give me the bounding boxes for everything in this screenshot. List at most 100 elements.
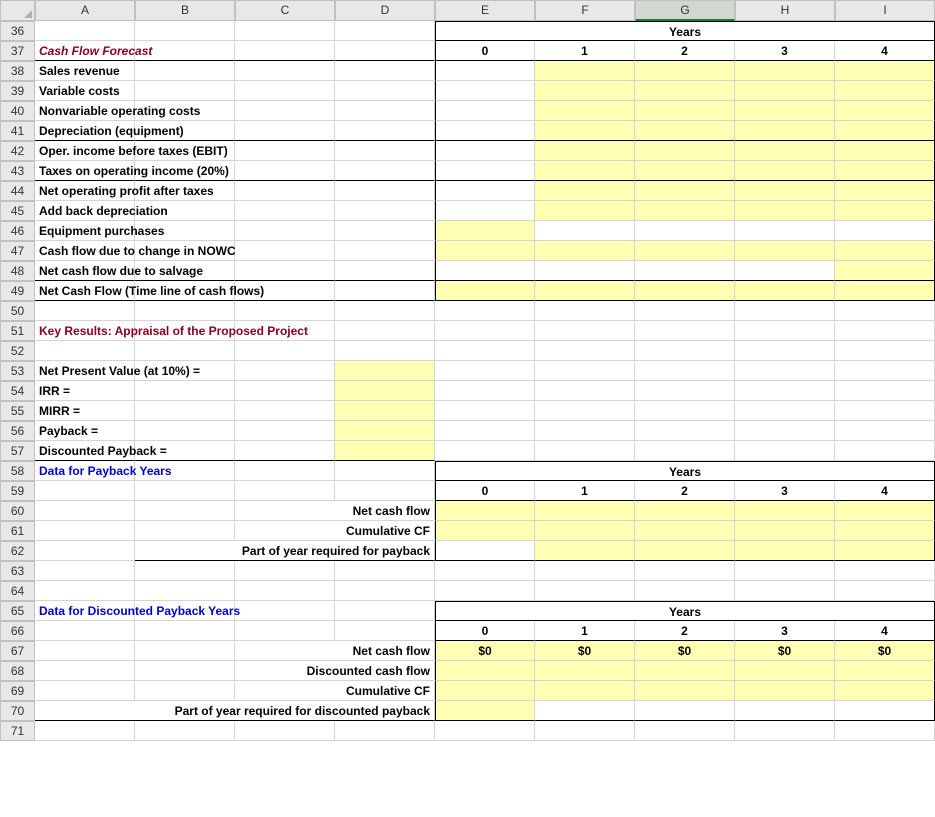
input-cell[interactable] [635, 281, 735, 301]
input-cell[interactable] [535, 281, 635, 301]
cell[interactable] [735, 261, 835, 281]
cell[interactable] [335, 181, 435, 201]
col-header-G[interactable]: G [635, 0, 735, 21]
cell[interactable] [235, 461, 335, 481]
row-header[interactable]: 41 [0, 121, 35, 141]
row-header[interactable]: 58 [0, 461, 35, 481]
input-cell[interactable] [435, 521, 535, 541]
year-col[interactable]: 3 [735, 41, 835, 61]
cell[interactable] [535, 361, 635, 381]
cell[interactable] [535, 441, 635, 461]
section-title[interactable]: Key Results: Appraisal of the Proposed P… [35, 321, 135, 341]
cell[interactable] [735, 321, 835, 341]
year-col[interactable]: 2 [635, 621, 735, 641]
cell[interactable] [335, 201, 435, 221]
cell[interactable] [735, 361, 835, 381]
year-col[interactable]: 0 [435, 621, 535, 641]
col-header-I[interactable]: I [835, 0, 935, 21]
year-col[interactable]: 1 [535, 481, 635, 501]
row-label[interactable]: Depreciation (equipment) [35, 121, 135, 141]
cell[interactable] [135, 381, 235, 401]
input-cell[interactable] [535, 681, 635, 701]
cell[interactable] [235, 201, 335, 221]
input-cell[interactable] [735, 501, 835, 521]
input-cell[interactable] [835, 661, 935, 681]
row-header[interactable]: 40 [0, 101, 35, 121]
cell[interactable] [735, 401, 835, 421]
input-cell[interactable] [635, 521, 735, 541]
row-label[interactable]: MIRR = [35, 401, 135, 421]
cell[interactable] [335, 481, 435, 501]
cell[interactable] [635, 341, 735, 361]
input-cell[interactable] [535, 201, 635, 221]
cell[interactable] [535, 721, 635, 741]
cell[interactable] [435, 201, 535, 221]
row-label[interactable]: Variable costs [35, 81, 135, 101]
cell[interactable] [735, 441, 835, 461]
cell[interactable] [835, 361, 935, 381]
input-cell[interactable] [435, 281, 535, 301]
cell[interactable] [535, 701, 635, 721]
cell[interactable] [235, 181, 335, 201]
cell[interactable] [235, 561, 335, 581]
row-label[interactable]: Add back depreciation [35, 201, 135, 221]
cell[interactable] [435, 121, 535, 141]
cell[interactable] [735, 581, 835, 601]
cell[interactable] [235, 121, 335, 141]
input-cell[interactable] [635, 141, 735, 161]
year-col[interactable]: 3 [735, 621, 835, 641]
cell[interactable] [135, 401, 235, 421]
col-header-F[interactable]: F [535, 0, 635, 21]
row-header[interactable]: 51 [0, 321, 35, 341]
input-cell[interactable] [535, 81, 635, 101]
cell[interactable] [735, 221, 835, 241]
input-cell[interactable] [835, 241, 935, 261]
cell[interactable] [135, 641, 235, 661]
row-header[interactable]: 44 [0, 181, 35, 201]
cell[interactable] [335, 461, 435, 481]
cell[interactable] [235, 41, 335, 61]
cell[interactable] [435, 341, 535, 361]
row-header[interactable]: 54 [0, 381, 35, 401]
cell[interactable] [435, 181, 535, 201]
cell[interactable] [335, 301, 435, 321]
cell[interactable] [735, 721, 835, 741]
year-col[interactable]: 0 [435, 481, 535, 501]
cell[interactable] [335, 281, 435, 301]
row-label[interactable]: Part of year required for discounted pay… [35, 701, 435, 721]
year-col[interactable]: 4 [835, 481, 935, 501]
input-cell[interactable] [635, 101, 735, 121]
row-header[interactable]: 61 [0, 521, 35, 541]
cell[interactable] [535, 381, 635, 401]
col-header-H[interactable]: H [735, 0, 835, 21]
cell[interactable] [335, 41, 435, 61]
cell[interactable] [235, 161, 335, 181]
cell[interactable] [835, 321, 935, 341]
input-cell[interactable] [635, 541, 735, 561]
input-cell[interactable] [335, 441, 435, 461]
row-header[interactable]: 55 [0, 401, 35, 421]
input-cell[interactable] [835, 101, 935, 121]
input-cell[interactable] [835, 161, 935, 181]
input-cell[interactable] [635, 161, 735, 181]
cell[interactable] [35, 721, 135, 741]
input-cell[interactable] [735, 181, 835, 201]
cell[interactable] [435, 441, 535, 461]
cell[interactable] [235, 621, 335, 641]
row-label[interactable]: Taxes on operating income (20%) [35, 161, 135, 181]
input-cell[interactable] [835, 541, 935, 561]
cell[interactable] [635, 581, 735, 601]
input-cell[interactable] [835, 121, 935, 141]
cell[interactable] [135, 481, 235, 501]
year-col[interactable]: 2 [635, 41, 735, 61]
row-header[interactable]: 66 [0, 621, 35, 641]
input-cell[interactable] [535, 501, 635, 521]
row-label[interactable]: Cash flow due to change in NOWC [35, 241, 135, 261]
input-cell[interactable] [335, 361, 435, 381]
cell[interactable] [635, 321, 735, 341]
cell[interactable] [835, 721, 935, 741]
input-cell[interactable] [835, 261, 935, 281]
cell[interactable] [335, 81, 435, 101]
row-header[interactable]: 52 [0, 341, 35, 361]
input-cell[interactable] [735, 81, 835, 101]
